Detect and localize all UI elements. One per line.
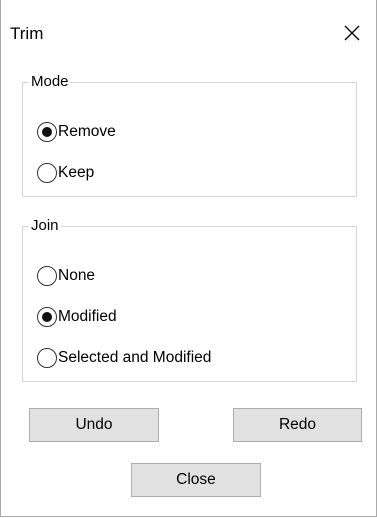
- join-selected-and-modified-radio[interactable]: Selected and Modified: [37, 348, 211, 368]
- redo-button[interactable]: Redo: [233, 408, 362, 442]
- radio-unselected-icon: [37, 348, 57, 368]
- join-none-radio[interactable]: None: [37, 266, 95, 286]
- window-title: Trim: [10, 24, 44, 43]
- radio-unselected-icon: [37, 163, 57, 183]
- join-group: Join None Modified Selected and Modified: [22, 218, 357, 382]
- close-window-button[interactable]: [337, 18, 367, 48]
- mode-remove-radio[interactable]: Remove: [37, 122, 116, 142]
- undo-button[interactable]: Undo: [29, 408, 159, 442]
- join-none-label: None: [58, 267, 96, 284]
- title-bar: Trim: [1, 0, 376, 60]
- mode-keep-label: Keep: [58, 164, 95, 181]
- mode-remove-label: Remove: [58, 123, 116, 140]
- radio-unselected-icon: [37, 266, 57, 286]
- join-modified-label: Modified: [58, 308, 117, 325]
- trim-dialog: Trim Mode Remove Keep Join None Modified: [0, 0, 377, 517]
- join-modified-radio[interactable]: Modified: [37, 307, 117, 327]
- mode-group: Mode Remove Keep: [22, 74, 357, 197]
- radio-selected-icon: [37, 122, 57, 142]
- close-button[interactable]: Close: [131, 463, 261, 497]
- join-legend: Join: [31, 217, 59, 234]
- join-selected-and-modified-label: Selected and Modified: [58, 349, 212, 366]
- close-icon: [344, 25, 360, 41]
- mode-legend: Mode: [31, 73, 69, 90]
- radio-selected-icon: [37, 307, 57, 327]
- mode-keep-radio[interactable]: Keep: [37, 163, 94, 183]
